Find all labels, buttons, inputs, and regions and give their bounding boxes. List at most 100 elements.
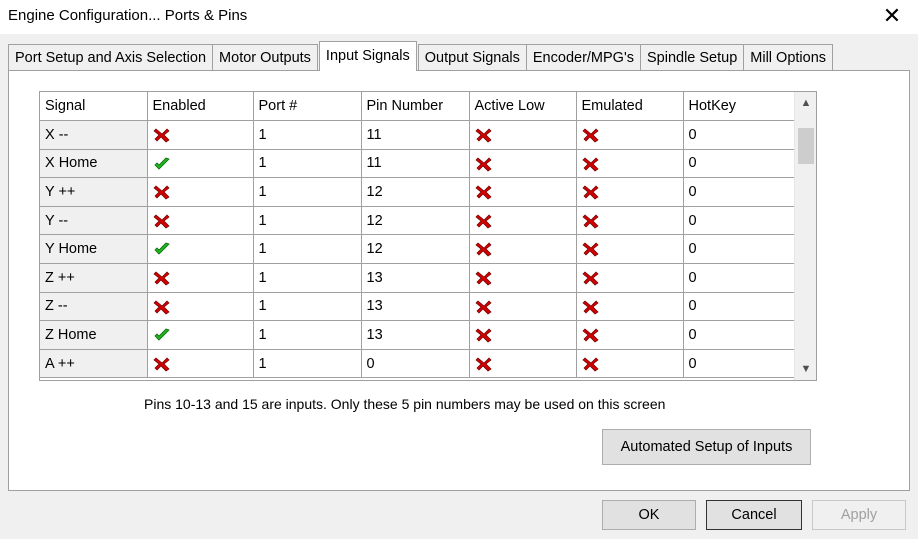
red-x-icon xyxy=(152,357,170,372)
cell-hotkey[interactable]: 0 xyxy=(683,206,795,236)
window-title: Engine Configuration... Ports & Pins xyxy=(8,7,248,24)
cell-signal[interactable]: Z Home xyxy=(40,320,148,350)
table-row[interactable]: A ++ 1 0 0 xyxy=(40,349,795,379)
cell-active-low[interactable] xyxy=(469,120,577,150)
tab-mill-options[interactable]: Mill Options xyxy=(743,44,834,70)
table-row[interactable]: Z ++ 1 13 0 xyxy=(40,263,795,293)
table-row[interactable]: X -- 1 11 0 xyxy=(40,120,795,150)
scroll-thumb[interactable] xyxy=(798,128,814,164)
cell-signal[interactable]: Z -- xyxy=(40,292,148,322)
table-row[interactable]: Y ++ 1 12 0 xyxy=(40,177,795,207)
cell-active-low[interactable] xyxy=(469,349,577,379)
tab-input-signals[interactable]: Input Signals xyxy=(318,41,417,71)
table-row[interactable]: Z -- 1 13 0 xyxy=(40,292,795,322)
close-icon[interactable]: ✕ xyxy=(880,4,904,28)
cell-signal[interactable]: X Home xyxy=(40,149,148,179)
cell-port[interactable]: 1 xyxy=(253,149,362,179)
cell-hotkey[interactable]: 0 xyxy=(683,292,795,322)
tab-output-signals[interactable]: Output Signals xyxy=(417,44,527,70)
cell-enabled[interactable] xyxy=(147,149,254,179)
table-row[interactable]: X Home 1 11 0 xyxy=(40,149,795,179)
column-header-emulated: Emulated xyxy=(576,92,684,122)
cell-port[interactable]: 1 xyxy=(253,263,362,293)
cell-enabled[interactable] xyxy=(147,177,254,207)
table-row[interactable]: Z Home 1 13 0 xyxy=(40,320,795,350)
cell-pin[interactable]: 12 xyxy=(361,177,470,207)
cell-port[interactable]: 1 xyxy=(253,320,362,350)
cell-signal[interactable]: X -- xyxy=(40,120,148,150)
red-x-icon xyxy=(474,271,492,286)
cell-signal[interactable]: Y Home xyxy=(40,234,148,265)
cancel-button[interactable]: Cancel xyxy=(706,500,802,530)
tab-motor-outputs[interactable]: Motor Outputs xyxy=(212,44,318,70)
cell-active-low[interactable] xyxy=(469,234,577,265)
info-text: Pins 10-13 and 15 are inputs. Only these… xyxy=(144,396,666,412)
cell-active-low[interactable] xyxy=(469,206,577,236)
cell-active-low[interactable] xyxy=(469,292,577,322)
red-x-icon xyxy=(581,185,599,200)
cell-enabled[interactable] xyxy=(147,292,254,322)
cell-enabled[interactable] xyxy=(147,320,254,350)
table-row[interactable]: Y -- 1 12 0 xyxy=(40,206,795,236)
cell-hotkey[interactable]: 0 xyxy=(683,149,795,179)
cell-enabled[interactable] xyxy=(147,349,254,379)
cell-emulated[interactable] xyxy=(576,292,684,322)
cell-active-low[interactable] xyxy=(469,149,577,179)
cell-emulated[interactable] xyxy=(576,263,684,293)
cell-pin[interactable]: 0 xyxy=(361,349,470,379)
cell-port[interactable]: 1 xyxy=(253,349,362,379)
cell-pin[interactable]: 12 xyxy=(361,206,470,236)
tab-port-setup-and-axis-selection[interactable]: Port Setup and Axis Selection xyxy=(8,44,214,70)
red-x-icon xyxy=(152,214,170,229)
cell-pin[interactable]: 11 xyxy=(361,120,470,150)
tab-spindle-setup[interactable]: Spindle Setup xyxy=(639,44,745,70)
table-row[interactable]: Y Home 1 12 0 xyxy=(40,234,795,265)
cell-active-low[interactable] xyxy=(469,177,577,207)
cell-enabled[interactable] xyxy=(147,263,254,293)
cell-pin[interactable]: 11 xyxy=(361,149,470,179)
cell-active-low[interactable] xyxy=(469,320,577,350)
green-check-icon xyxy=(153,328,170,341)
cell-pin[interactable]: 13 xyxy=(361,263,470,293)
red-x-icon xyxy=(474,214,492,229)
red-x-icon xyxy=(581,157,599,172)
cell-hotkey[interactable]: 0 xyxy=(683,263,795,293)
automated-setup-button[interactable]: Automated Setup of Inputs xyxy=(602,429,811,465)
cell-port[interactable]: 1 xyxy=(253,177,362,207)
cell-emulated[interactable] xyxy=(576,320,684,350)
scroll-up-icon[interactable]: ▲ xyxy=(795,94,816,112)
column-header-hotkey: HotKey xyxy=(683,92,795,122)
cell-hotkey[interactable]: 0 xyxy=(683,349,795,379)
cell-enabled[interactable] xyxy=(147,120,254,150)
cell-signal[interactable]: Y ++ xyxy=(40,177,148,207)
cell-emulated[interactable] xyxy=(576,206,684,236)
ok-button[interactable]: OK xyxy=(602,500,696,530)
cell-enabled[interactable] xyxy=(147,234,254,265)
cell-signal[interactable]: Y -- xyxy=(40,206,148,236)
cell-signal[interactable]: Z ++ xyxy=(40,263,148,293)
cell-signal[interactable]: A ++ xyxy=(40,349,148,379)
cell-emulated[interactable] xyxy=(576,234,684,265)
apply-button[interactable]: Apply xyxy=(812,500,906,530)
cell-hotkey[interactable]: 0 xyxy=(683,320,795,350)
cell-port[interactable]: 1 xyxy=(253,120,362,150)
vertical-scrollbar[interactable]: ▲ ▼ xyxy=(794,92,816,380)
cell-port[interactable]: 1 xyxy=(253,234,362,265)
cell-port[interactable]: 1 xyxy=(253,292,362,322)
scroll-down-icon[interactable]: ▼ xyxy=(795,360,816,378)
cell-port[interactable]: 1 xyxy=(253,206,362,236)
cell-hotkey[interactable]: 0 xyxy=(683,234,795,265)
cell-emulated[interactable] xyxy=(576,177,684,207)
cell-enabled[interactable] xyxy=(147,206,254,236)
cell-emulated[interactable] xyxy=(576,149,684,179)
cell-active-low[interactable] xyxy=(469,263,577,293)
tab-encoder-mpg-s[interactable]: Encoder/MPG's xyxy=(525,44,641,70)
cell-emulated[interactable] xyxy=(576,120,684,150)
cell-pin[interactable]: 13 xyxy=(361,320,470,350)
cell-hotkey[interactable]: 0 xyxy=(683,120,795,150)
cell-pin[interactable]: 13 xyxy=(361,292,470,322)
cell-emulated[interactable] xyxy=(576,349,684,379)
cell-hotkey[interactable]: 0 xyxy=(683,177,795,207)
cell-pin[interactable]: 12 xyxy=(361,234,470,265)
table-header-row: Signal Enabled Port # Pin Number Active Low E… xyxy=(40,92,795,122)
